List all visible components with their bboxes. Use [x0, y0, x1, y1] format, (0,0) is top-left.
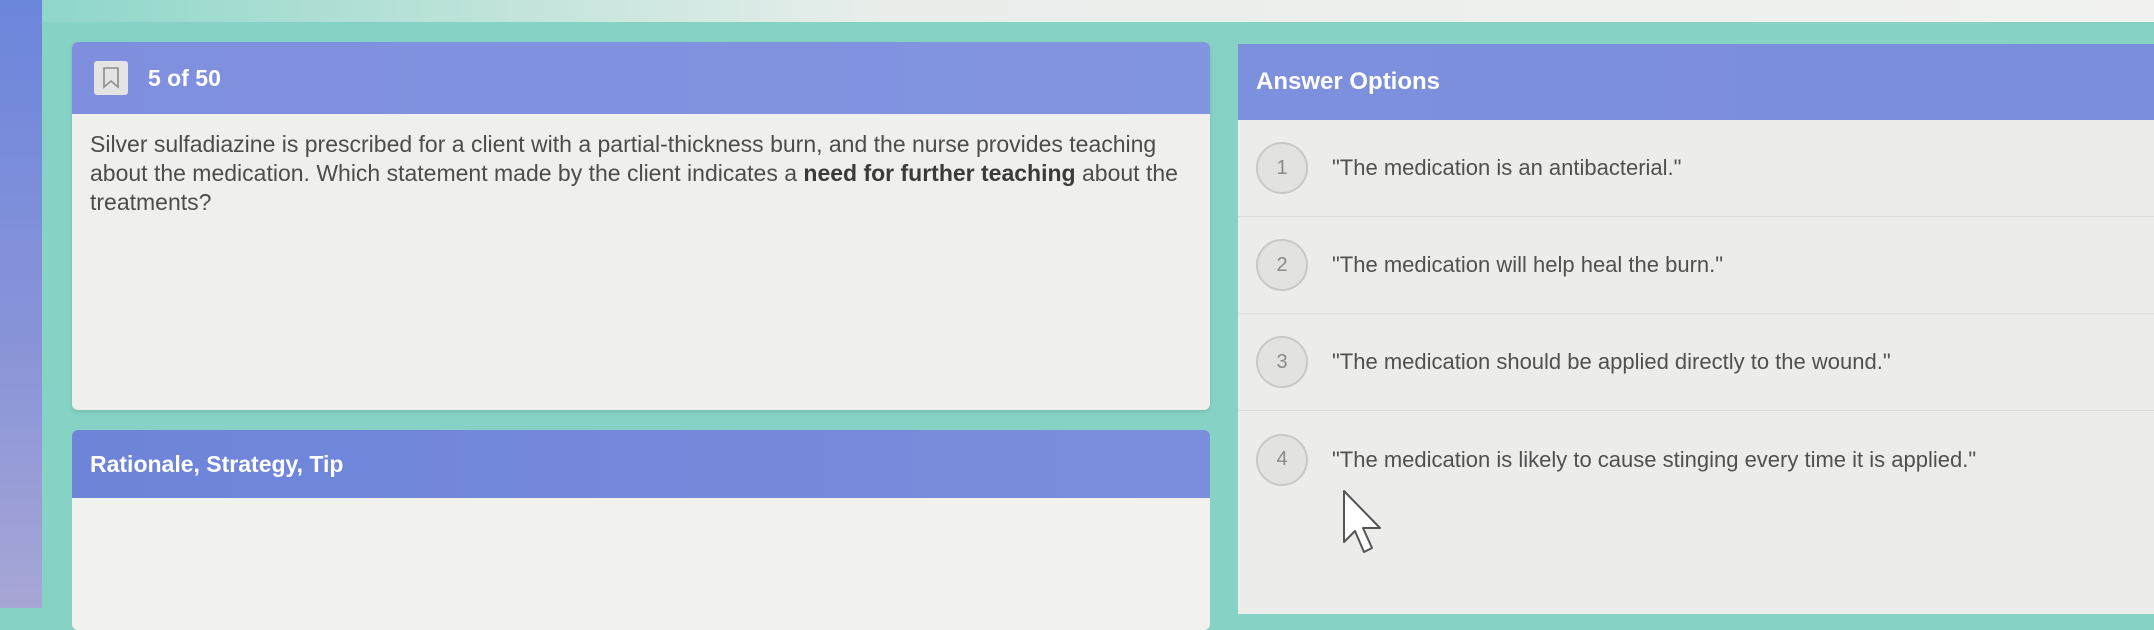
option-text[interactable]: "The medication will help heal the burn.… — [1332, 252, 1723, 278]
left-background-strip — [0, 0, 42, 608]
question-text: Silver sulfadiazine is prescribed for a … — [90, 131, 1178, 215]
question-header: 5 of 50 — [72, 42, 1210, 114]
rationale-header[interactable]: Rationale, Strategy, Tip — [72, 430, 1210, 498]
question-emphasis: need for further teaching — [803, 160, 1076, 186]
answer-options-list: 1 "The medication is an antibacterial." … — [1238, 120, 2154, 508]
option-text[interactable]: "The medication is an antibacterial." — [1332, 155, 1681, 181]
option-text[interactable]: "The medication is likely to cause sting… — [1332, 447, 1976, 473]
option-number-badge[interactable]: 1 — [1256, 142, 1308, 194]
answer-options-title: Answer Options — [1256, 68, 1441, 95]
answer-option-2[interactable]: 2 "The medication will help heal the bur… — [1238, 217, 2154, 314]
question-panel: 5 of 50 Silver sulfadiazine is prescribe… — [72, 42, 1210, 410]
option-number-badge[interactable]: 4 — [1256, 433, 1308, 486]
option-number-badge[interactable]: 3 — [1256, 336, 1308, 388]
answer-option-3[interactable]: 3 "The medication should be applied dire… — [1238, 314, 2154, 411]
top-background-band — [42, 0, 2154, 22]
question-counter: 5 of 50 — [148, 64, 221, 91]
answer-option-1[interactable]: 1 "The medication is an antibacterial." — [1238, 120, 2154, 217]
answer-options-header: Answer Options — [1238, 44, 2154, 120]
rationale-panel: Rationale, Strategy, Tip — [72, 430, 1210, 630]
bookmark-icon[interactable] — [94, 61, 128, 95]
rationale-title: Rationale, Strategy, Tip — [90, 450, 344, 477]
option-text[interactable]: "The medication should be applied direct… — [1332, 349, 1891, 375]
mouse-pointer-icon — [1343, 490, 1381, 553]
option-number-badge[interactable]: 2 — [1256, 239, 1308, 291]
